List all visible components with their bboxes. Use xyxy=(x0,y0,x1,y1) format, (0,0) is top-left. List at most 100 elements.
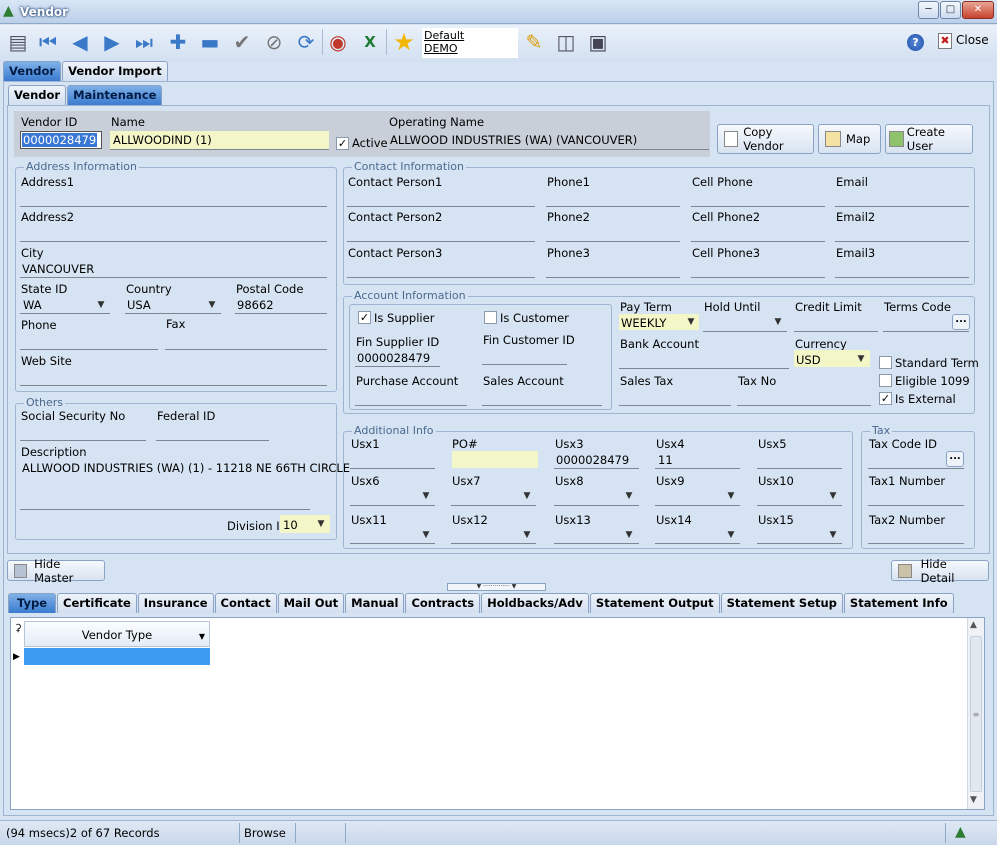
detail-tab-insurance[interactable]: Insurance xyxy=(137,593,214,613)
tab-vendor[interactable]: Vendor xyxy=(3,61,62,81)
division-dropdown-icon[interactable] xyxy=(313,517,329,531)
address1-field[interactable] xyxy=(20,206,327,207)
usx9-field[interactable] xyxy=(655,505,740,506)
fin-customer-field[interactable] xyxy=(482,364,567,365)
email3-field[interactable] xyxy=(835,277,969,278)
detail-tab-contracts[interactable]: Contracts xyxy=(405,593,481,613)
is-external-checkbox[interactable]: ✓ xyxy=(879,392,892,405)
first-record-icon[interactable]: ⏮ xyxy=(34,28,62,56)
pay-term-value[interactable]: WEEKLY xyxy=(621,316,666,330)
hold-until-field[interactable] xyxy=(703,331,787,332)
grid-selected-row[interactable] xyxy=(24,648,210,665)
currency-dropdown-icon[interactable] xyxy=(853,352,869,366)
description-value[interactable]: ALLWOOD INDUSTRIES (WA) (1) - 11218 NE 6… xyxy=(22,461,350,475)
federal-id-field[interactable] xyxy=(156,440,269,441)
usx13-field[interactable] xyxy=(554,543,639,544)
fax-field[interactable] xyxy=(165,349,327,350)
postal-code-value[interactable]: 98662 xyxy=(237,298,274,312)
default-label[interactable]: Default xyxy=(424,29,516,42)
usx8-field[interactable] xyxy=(554,505,639,506)
scroll-thumb[interactable]: ≡ xyxy=(970,636,982,792)
vendor-type-column-header[interactable]: Vendor Type ▼ xyxy=(24,621,210,647)
sales-tax-field[interactable] xyxy=(619,405,731,406)
excel-export-icon[interactable]: X xyxy=(356,28,384,56)
window-close-button[interactable]: ✕ xyxy=(962,1,994,19)
pay-term-dropdown-icon[interactable] xyxy=(683,315,699,329)
usx7-field[interactable] xyxy=(451,505,536,506)
detail-tab-mail-out[interactable]: Mail Out xyxy=(277,593,345,613)
usx5-field[interactable] xyxy=(757,468,842,469)
address2-field[interactable] xyxy=(20,241,327,242)
detail-tab-statement-info[interactable]: Statement Info xyxy=(843,593,954,613)
credit-limit-field[interactable] xyxy=(794,331,878,332)
detail-tab-manual[interactable]: Manual xyxy=(345,593,405,613)
previous-record-icon[interactable]: ◀ xyxy=(66,28,94,56)
ssn-field[interactable] xyxy=(20,440,146,441)
phone2-field[interactable] xyxy=(546,241,680,242)
usx3-value[interactable]: 0000028479 xyxy=(556,453,629,467)
subtab-maintenance[interactable]: Maintenance xyxy=(67,85,163,105)
state-value[interactable]: WA xyxy=(23,298,42,312)
usx4-value[interactable]: 11 xyxy=(658,453,673,467)
usx15-field[interactable] xyxy=(757,543,842,544)
cell-phone-field[interactable] xyxy=(691,206,825,207)
phone-field[interactable] xyxy=(20,349,158,350)
is-customer-checkbox[interactable] xyxy=(484,311,497,324)
detail-tab-contact[interactable]: Contact xyxy=(214,593,277,613)
email2-field[interactable] xyxy=(835,241,969,242)
scroll-down-icon[interactable]: ▼ xyxy=(970,795,977,805)
tax-no-field[interactable] xyxy=(737,405,871,406)
country-dropdown-icon[interactable] xyxy=(204,298,220,312)
close-button[interactable]: ✖ Close xyxy=(938,33,989,49)
create-user-button[interactable]: Create User xyxy=(885,124,973,154)
usx8-dropdown-icon[interactable] xyxy=(621,489,637,503)
country-value[interactable]: USA xyxy=(127,298,151,312)
is-supplier-checkbox[interactable]: ✓ xyxy=(358,311,371,324)
delete-record-icon[interactable]: ▬ xyxy=(196,28,224,56)
subtab-vendor[interactable]: Vendor xyxy=(8,85,67,105)
email-field[interactable] xyxy=(835,206,969,207)
tab-vendor-import[interactable]: Vendor Import xyxy=(62,61,168,81)
usx1-field[interactable] xyxy=(350,468,435,469)
phone3-field[interactable] xyxy=(546,277,680,278)
copy-vendor-button[interactable]: Copy Vendor xyxy=(717,124,814,154)
usx6-field[interactable] xyxy=(350,505,435,506)
state-dropdown-icon[interactable] xyxy=(93,298,109,312)
lookup-icon[interactable]: ◉ xyxy=(324,28,352,56)
add-record-icon[interactable]: ✚ xyxy=(164,28,192,56)
next-record-icon[interactable]: ▶ xyxy=(98,28,126,56)
detail-tab-statement-setup[interactable]: Statement Setup xyxy=(720,593,843,613)
detail-tab-statement-output[interactable]: Statement Output xyxy=(589,593,720,613)
hold-until-dropdown-icon[interactable] xyxy=(770,315,786,329)
splitter-handle[interactable]: ▼ ·············· ▼ xyxy=(447,583,546,591)
usx11-dropdown-icon[interactable] xyxy=(418,528,434,542)
name-value[interactable]: ALLWOODIND (1) xyxy=(113,133,212,147)
usx15-dropdown-icon[interactable] xyxy=(825,528,841,542)
minimize-button[interactable]: ─ xyxy=(918,1,939,19)
usx7-dropdown-icon[interactable] xyxy=(519,489,535,503)
detail-tab-holdbacks[interactable]: Holdbacks/Adv xyxy=(481,593,589,613)
last-record-icon[interactable]: ⏭ xyxy=(130,28,158,56)
city-value[interactable]: VANCOUVER xyxy=(22,262,94,276)
grid-vertical-scrollbar[interactable]: ▲ ≡ ▼ xyxy=(967,618,984,809)
currency-value[interactable]: USD xyxy=(796,353,821,367)
usx10-field[interactable] xyxy=(757,505,842,506)
usx12-dropdown-icon[interactable] xyxy=(519,528,535,542)
usx10-dropdown-icon[interactable] xyxy=(825,489,841,503)
edit-pencil-icon[interactable]: ✎ xyxy=(520,28,548,56)
company-label[interactable]: DEMO xyxy=(424,42,516,55)
terms-code-lookup-button[interactable]: ... xyxy=(952,314,970,330)
usx14-field[interactable] xyxy=(655,543,740,544)
tax1-number-field[interactable] xyxy=(868,505,964,506)
standard-term-checkbox[interactable] xyxy=(879,356,892,369)
map-button[interactable]: Map xyxy=(818,124,881,154)
contact-person2-field[interactable] xyxy=(347,241,535,242)
po-number-field[interactable] xyxy=(452,451,538,468)
tax-code-lookup-button[interactable]: ... xyxy=(946,451,964,467)
eligible-1099-checkbox[interactable] xyxy=(879,374,892,387)
purchase-account-field[interactable] xyxy=(355,405,467,406)
contact-person1-field[interactable] xyxy=(347,206,535,207)
detail-tab-type[interactable]: Type xyxy=(8,593,57,613)
active-checkbox[interactable]: ✓ xyxy=(336,137,349,150)
tax2-number-field[interactable] xyxy=(868,543,964,544)
